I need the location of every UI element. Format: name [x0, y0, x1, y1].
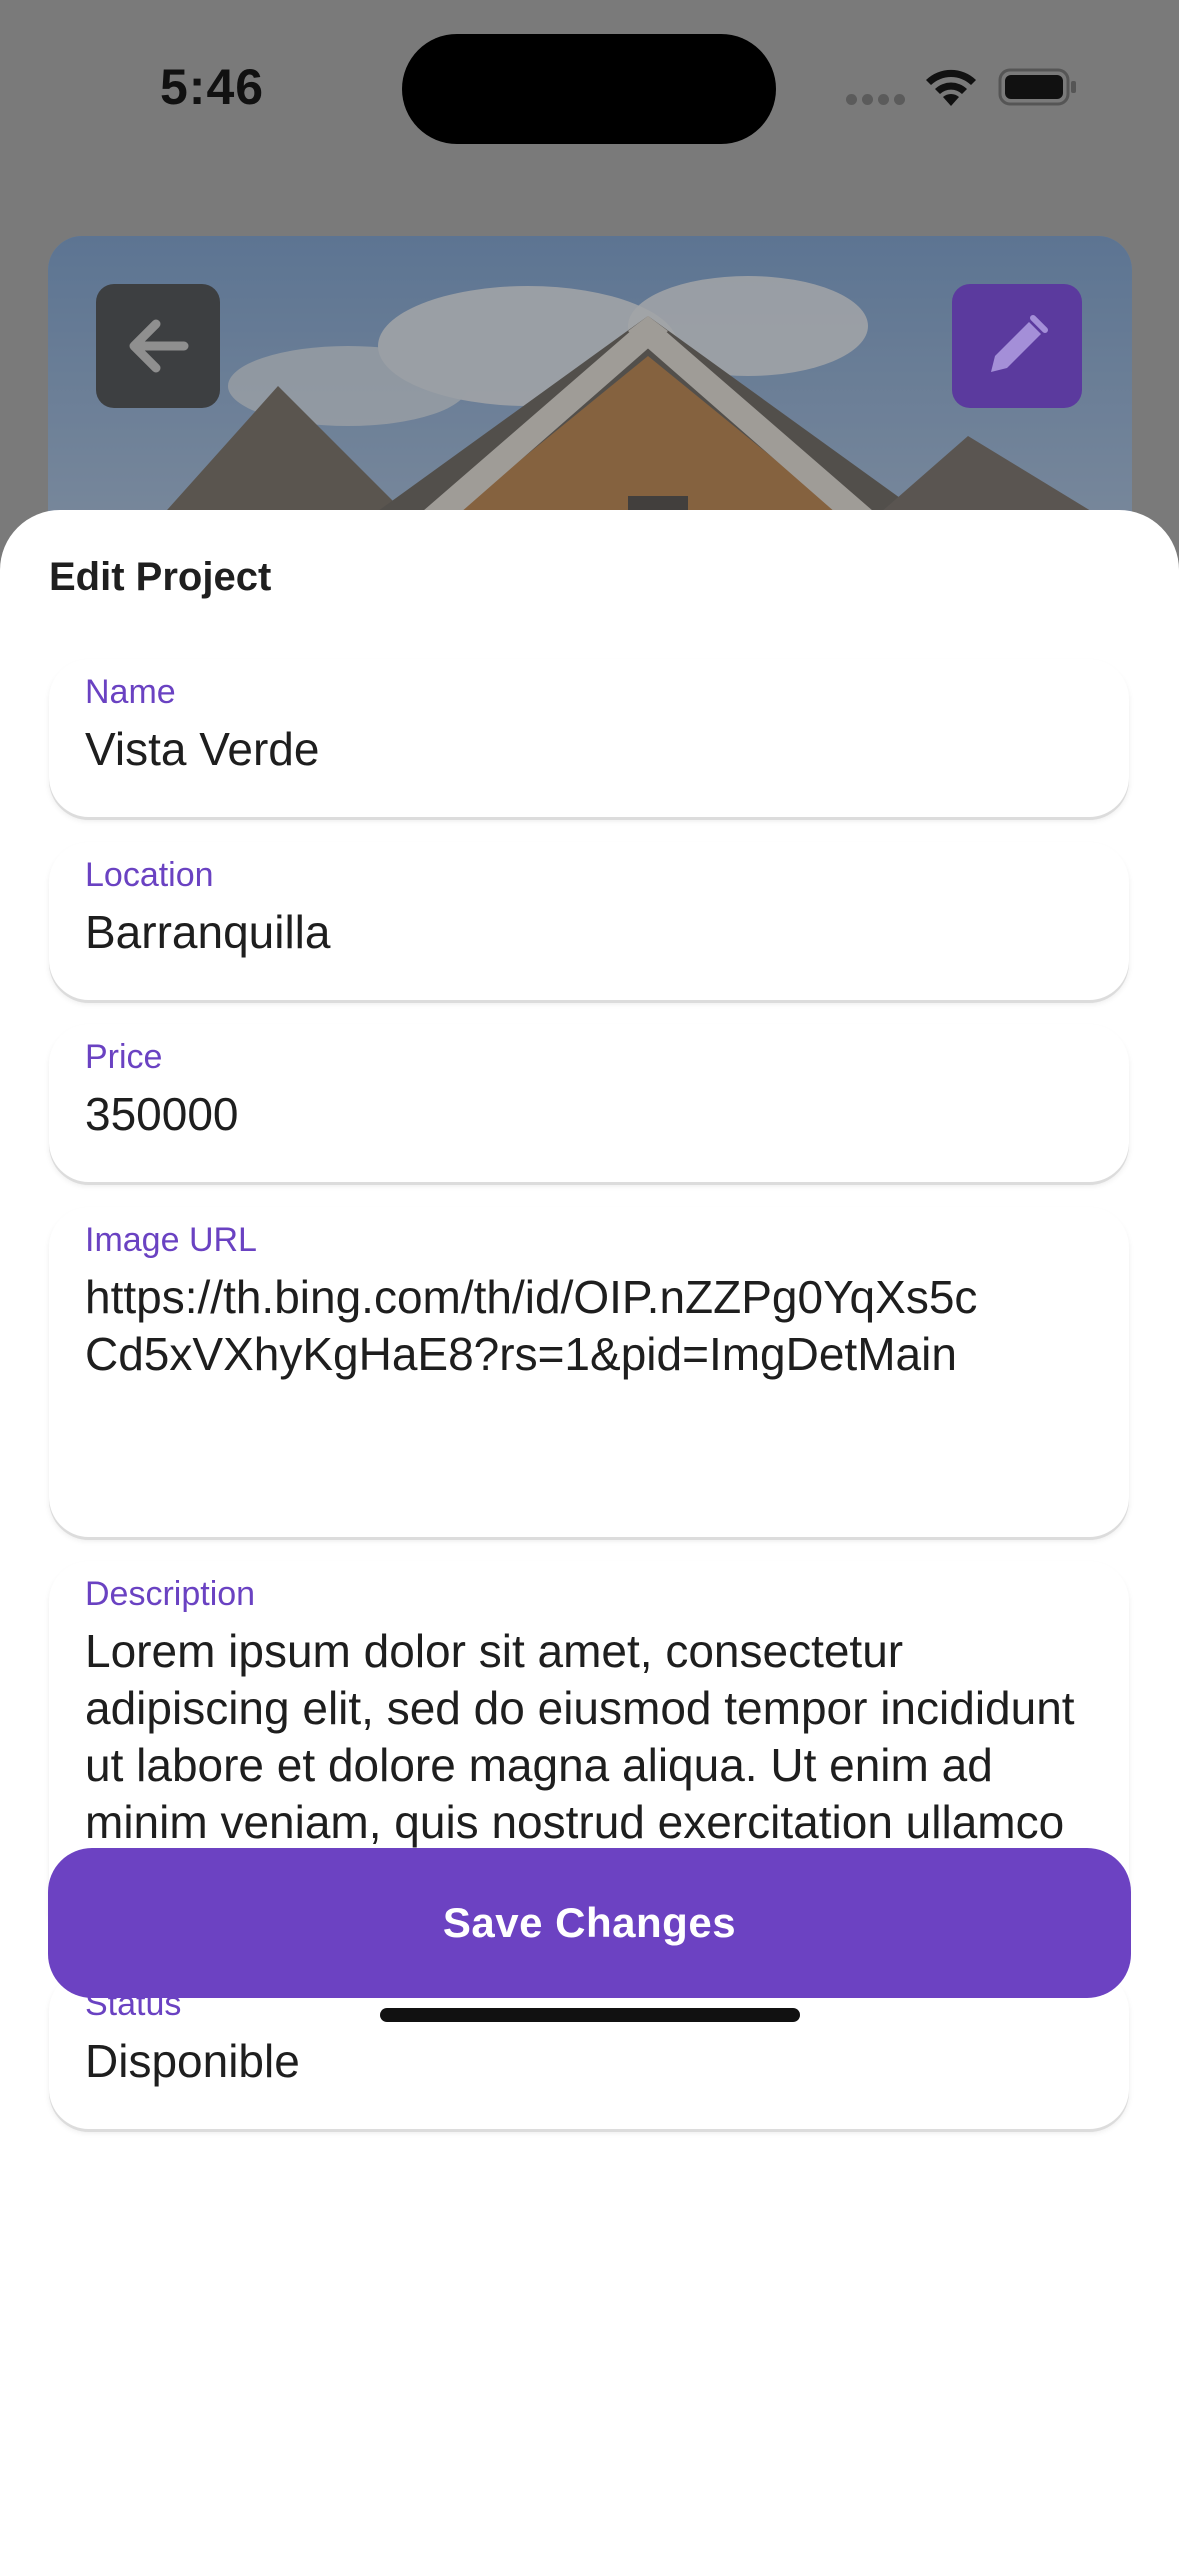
location-field-value: Barranquilla: [85, 906, 331, 958]
location-field-label: Location: [85, 856, 214, 894]
cellular-signal-icon: [846, 92, 908, 106]
home-indicator[interactable]: [380, 2008, 800, 2022]
status-bar: 5:46: [0, 0, 1179, 180]
arrow-left-icon: [129, 319, 189, 373]
battery-icon: [998, 68, 1076, 106]
price-field-label: Price: [85, 1038, 163, 1076]
description-field-label: Description: [85, 1575, 256, 1613]
image-url-field[interactable]: Image URL https://th.bing.com/th/id/OIP.…: [49, 1207, 1129, 1537]
pencil-icon: [991, 315, 1048, 372]
name-field[interactable]: Name Vista Verde: [49, 659, 1129, 817]
status-field-value: Disponible: [85, 2035, 300, 2087]
save-changes-button[interactable]: Save Changes: [48, 1848, 1131, 1998]
dynamic-island: [402, 34, 776, 144]
edit-button[interactable]: [952, 284, 1082, 408]
status-time: 5:46: [160, 59, 265, 115]
wifi-icon: [926, 69, 976, 106]
image-url-field-value: https://th.bing.com/th/id/OIP.nZZPg0YqXs…: [85, 1271, 978, 1380]
back-button[interactable]: [96, 284, 220, 408]
name-field-label: Name: [85, 673, 176, 711]
price-field-value: 350000: [85, 1088, 239, 1140]
edit-project-sheet: Edit Project Name Vista Verde Location B…: [0, 510, 1179, 2556]
sheet-title: Edit Project: [49, 555, 272, 599]
name-field-value: Vista Verde: [85, 723, 320, 775]
price-field[interactable]: Price 350000: [49, 1024, 1129, 1182]
image-url-field-label: Image URL: [85, 1221, 257, 1259]
location-field[interactable]: Location Barranquilla: [49, 842, 1129, 1000]
